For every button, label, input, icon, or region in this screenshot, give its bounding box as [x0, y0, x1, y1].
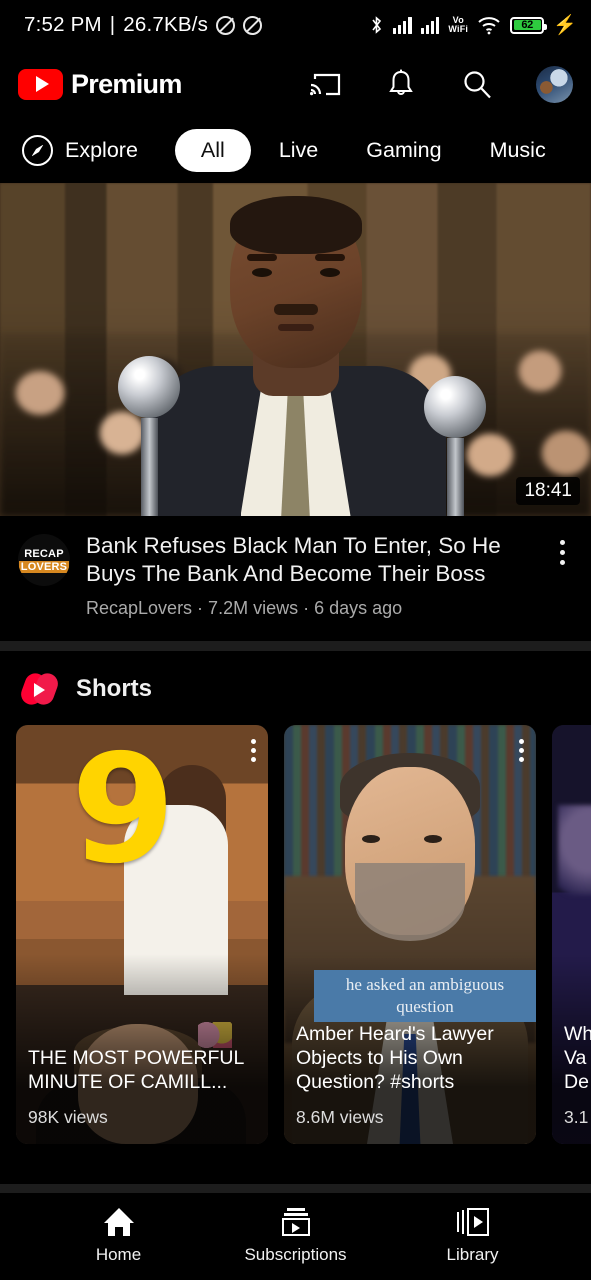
battery-level: 62: [513, 20, 541, 31]
shorts-carousel[interactable]: 9 THE MOST POWERFUL MINUTE OF CAMILL... …: [0, 725, 591, 1144]
charging-bolt-icon: ⚡: [553, 14, 577, 36]
cast-icon[interactable]: [308, 67, 342, 101]
nav-label-home: Home: [95, 1245, 142, 1264]
nav-item-subscriptions[interactable]: Subscriptions: [231, 1208, 361, 1265]
status-network-speed: 26.7KB/s: [123, 13, 209, 36]
channel-avatar-line1: RECAP: [24, 547, 64, 560]
bottom-nav-divider: [0, 1184, 591, 1193]
channel-avatar-line2: LOVERS: [18, 560, 70, 573]
no-symbol-icon: [216, 15, 236, 35]
shorts-text-1: THE MOST POWERFUL MINUTE OF CAMILL...: [28, 1046, 258, 1094]
video-thumbnail[interactable]: 18:41: [0, 183, 591, 516]
nav-label-subscriptions: Subscriptions: [244, 1245, 347, 1264]
nav-item-home[interactable]: Home: [54, 1208, 184, 1265]
status-separator: |: [109, 13, 116, 36]
vowifi-line2: WiFi: [448, 24, 469, 34]
signal-bars-icon-2: [420, 16, 440, 34]
status-bar-right: Vo WiFi 62 ⚡: [369, 15, 577, 35]
shorts-card-3[interactable]: Wh Va De 3.1: [552, 725, 591, 1144]
shorts-views-2: 8.6M views: [296, 1107, 384, 1127]
avatar[interactable]: [536, 65, 573, 103]
subscriptions-icon: [280, 1208, 312, 1236]
search-icon[interactable]: [460, 67, 494, 101]
shorts-title-2: Amber Heard's Lawyer Objects to His Own …: [296, 1023, 494, 1093]
chip-all[interactable]: All: [174, 129, 251, 172]
vowifi-icon: Vo WiFi: [448, 16, 468, 34]
shorts-text-2: Amber Heard's Lawyer Objects to His Own …: [296, 1022, 526, 1094]
status-time: 7:52 PM: [24, 13, 102, 36]
shorts-title-1: THE MOST POWERFUL MINUTE OF CAMILL...: [28, 1047, 244, 1093]
shorts-kebab-menu-icon-2[interactable]: [519, 739, 524, 762]
logo-text: Premium: [71, 68, 182, 99]
shorts-icon: [18, 670, 61, 708]
video-duration-badge: 18:41: [516, 477, 580, 505]
shorts-title-3-line2: Va: [564, 1047, 587, 1069]
shorts-text-3: Wh Va De: [564, 1022, 591, 1094]
nav-item-library[interactable]: Library: [408, 1208, 538, 1265]
chip-explore[interactable]: Explore: [22, 135, 138, 166]
youtube-home-screen: 7:52 PM | 26.7KB/s Vo WiFi 62 ⚡ Premium …: [0, 0, 591, 1280]
compass-icon: [22, 135, 53, 166]
bell-icon[interactable]: [384, 67, 418, 101]
status-bar-left: 7:52 PM | 26.7KB/s: [24, 13, 263, 37]
no-symbol-icon-2: [243, 15, 263, 35]
video-kebab-menu-icon[interactable]: [547, 532, 577, 619]
microphone-left: [118, 356, 180, 516]
video-subtitle: RecapLovers · 7.2M views · 6 days ago: [86, 598, 403, 618]
video-title: Bank Refuses Black Man To Enter, So He B…: [86, 533, 501, 586]
shorts-title-3-line1: Wh: [564, 1023, 591, 1045]
status-bar: 7:52 PM | 26.7KB/s Vo WiFi 62 ⚡: [0, 0, 591, 50]
youtube-play-icon: [18, 68, 63, 100]
microphone-right: [424, 376, 486, 516]
video-meta: RECAP LOVERS Bank Refuses Black Man To E…: [0, 516, 591, 619]
nav-label-library: Library: [446, 1245, 499, 1264]
header-actions: [308, 65, 577, 103]
video-text-block[interactable]: Bank Refuses Black Man To Enter, So He B…: [86, 532, 531, 619]
shorts-overlay-number: 9: [71, 725, 176, 897]
shorts-section-title: Shorts: [76, 675, 153, 702]
channel-avatar[interactable]: RECAP LOVERS: [18, 534, 70, 586]
library-icon: [456, 1208, 489, 1236]
bottom-navigation: Home Subscriptions Library: [0, 1193, 591, 1280]
wifi-icon: [478, 16, 500, 34]
shorts-kebab-menu-icon-1[interactable]: [251, 739, 256, 762]
home-icon: [103, 1208, 134, 1236]
battery-icon: 62: [510, 16, 548, 34]
chip-live[interactable]: Live: [279, 138, 318, 163]
chip-explore-label: Explore: [65, 138, 138, 162]
thumbnail-subject: [145, 196, 446, 516]
chip-music[interactable]: Music: [490, 138, 546, 163]
shorts-views-3: 3.1: [564, 1107, 589, 1127]
youtube-premium-logo[interactable]: Premium: [18, 68, 182, 100]
chip-gaming[interactable]: Gaming: [366, 138, 441, 163]
bluetooth-icon: [372, 16, 381, 34]
shorts-caption-2: he asked an ambiguous question: [314, 970, 536, 1022]
section-divider: [0, 641, 591, 651]
shorts-card-1[interactable]: 9 THE MOST POWERFUL MINUTE OF CAMILL... …: [16, 725, 268, 1144]
shorts-title-3-line3: De: [564, 1071, 589, 1093]
app-header: Premium: [0, 50, 591, 118]
signal-bars-icon-1: [392, 16, 412, 34]
shorts-card-2[interactable]: he asked an ambiguous question Amber Hea…: [284, 725, 536, 1144]
shorts-header: Shorts: [0, 651, 591, 725]
filter-chip-bar: Explore All Live Gaming Music: [0, 118, 591, 183]
shorts-views-1: 98K views: [28, 1107, 108, 1127]
